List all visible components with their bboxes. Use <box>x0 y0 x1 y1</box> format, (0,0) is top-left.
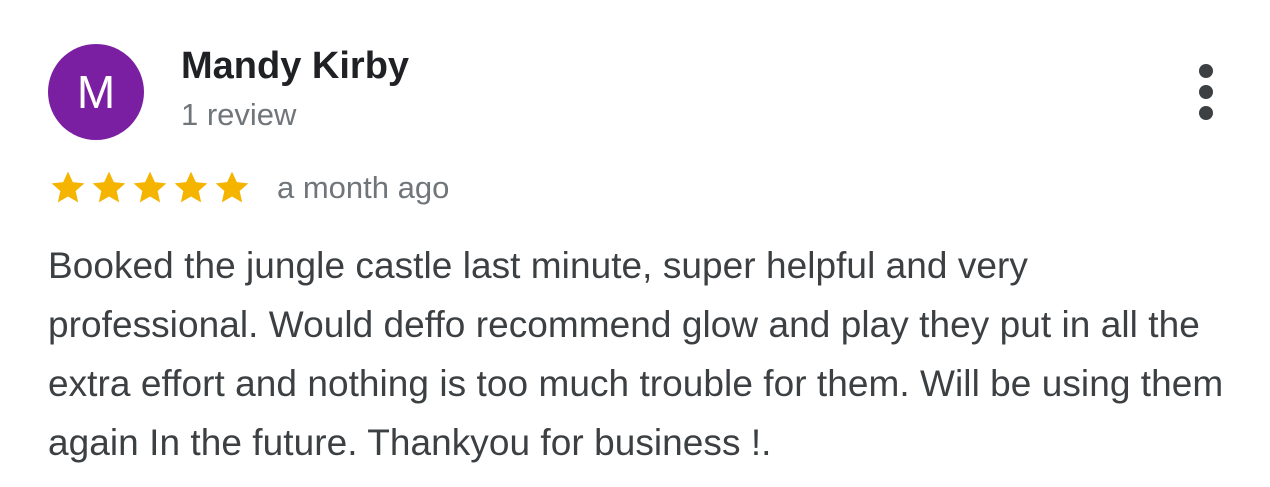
author-name[interactable]: Mandy Kirby <box>181 44 409 88</box>
star-icon <box>89 168 129 208</box>
star-icon <box>130 168 170 208</box>
more-vertical-icon-dot <box>1199 85 1213 99</box>
star-icon <box>212 168 252 208</box>
more-vertical-icon-dot <box>1199 64 1213 78</box>
review-text: Booked the jungle castle last minute, su… <box>48 245 1224 463</box>
avatar[interactable]: M <box>48 44 144 140</box>
star-icon <box>48 168 88 208</box>
star-rating <box>48 168 253 208</box>
review-card: M Mandy Kirby 1 review a month ago Booke… <box>0 0 1270 487</box>
more-options-button[interactable] <box>1186 62 1226 122</box>
review-time: a month ago <box>277 170 450 205</box>
avatar-initial: M <box>76 66 116 118</box>
review-count: 1 review <box>181 97 297 132</box>
more-vertical-icon-dot <box>1199 106 1213 120</box>
rating-row: a month ago <box>48 166 449 210</box>
star-icon <box>171 168 211 208</box>
